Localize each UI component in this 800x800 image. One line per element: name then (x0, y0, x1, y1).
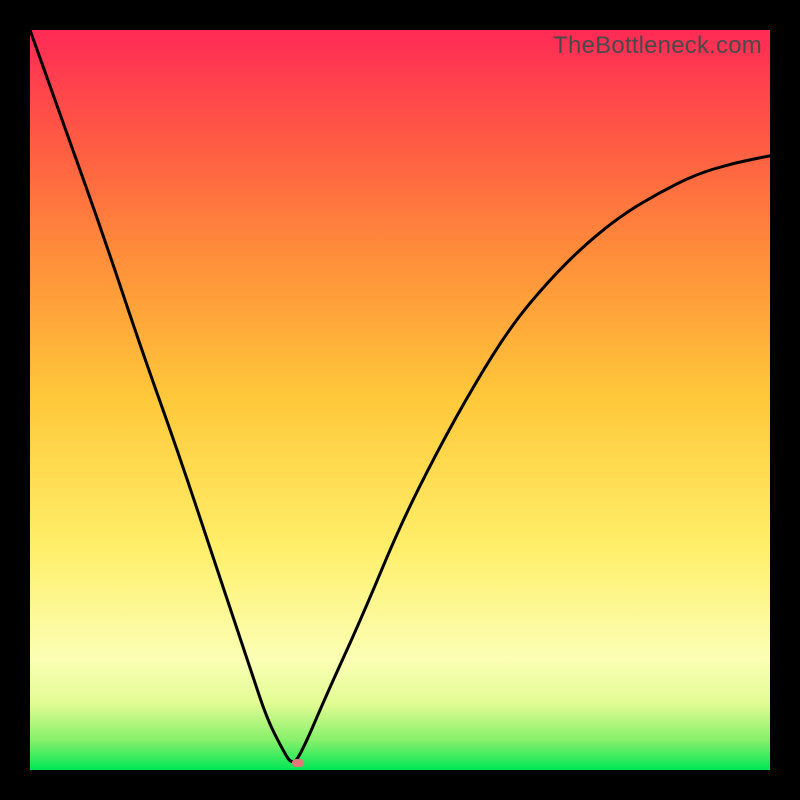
chart-frame: TheBottleneck.com (0, 0, 800, 800)
optimum-marker (292, 759, 304, 767)
bottleneck-curve (30, 30, 770, 770)
plot-area: TheBottleneck.com (30, 30, 770, 770)
